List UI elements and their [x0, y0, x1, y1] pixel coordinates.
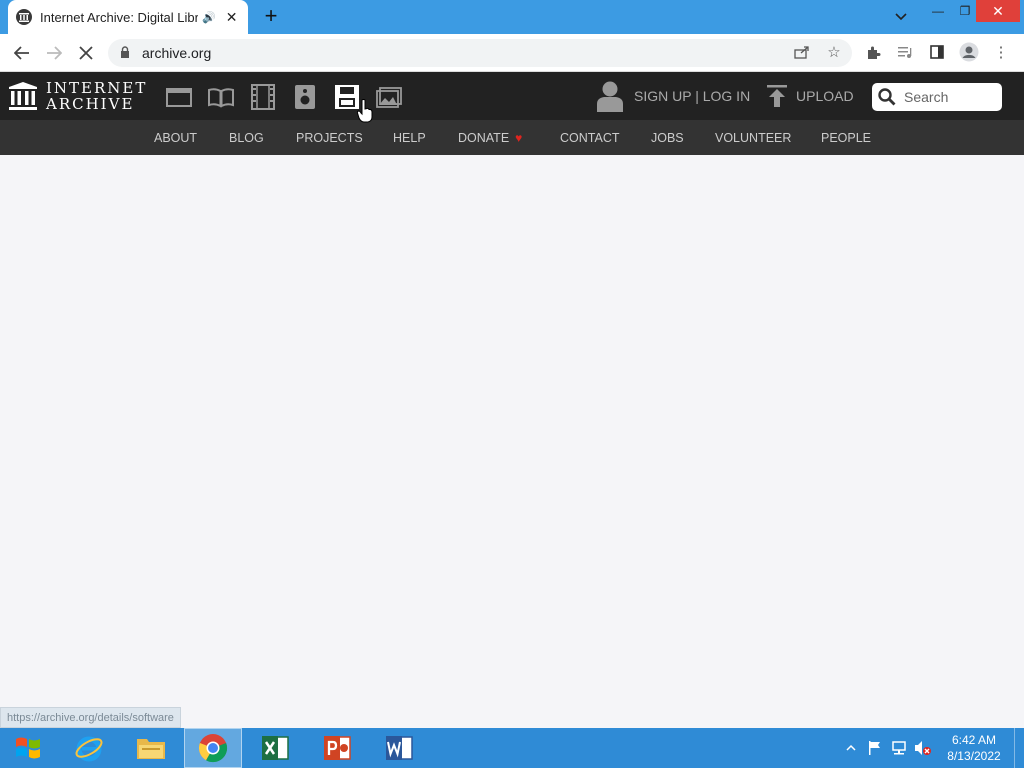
forward-arrow-icon[interactable]	[40, 40, 68, 66]
heart-icon: ♥	[515, 130, 523, 145]
windows-logo-icon	[16, 737, 40, 759]
internet-explorer-icon[interactable]	[60, 728, 118, 768]
archive-building-icon	[9, 82, 37, 110]
link-status-bubble: https://archive.org/details/software	[0, 707, 181, 728]
address-url: archive.org	[142, 45, 212, 61]
upload-label: UPLOAD	[796, 88, 854, 104]
tab-title: Internet Archive: Digital Libra	[40, 9, 198, 25]
upload-arrow-icon	[767, 85, 787, 107]
lock-icon[interactable]	[120, 45, 130, 61]
bookmark-star-icon[interactable]: ☆	[823, 39, 845, 65]
hand-cursor-icon	[357, 99, 373, 123]
tab-search-chevron-icon[interactable]	[890, 6, 912, 28]
system-clock[interactable]: 6:42 AM 8/13/2022	[944, 732, 1004, 764]
search-icon[interactable]	[878, 88, 896, 106]
browser-menu-icon[interactable]: ⋮	[990, 39, 1012, 65]
chrome-icon[interactable]	[184, 728, 242, 768]
nav-jobs[interactable]: JOBS	[651, 120, 684, 155]
nav-donate-label: DONATE	[458, 130, 510, 145]
nav-donate[interactable]: DONATE ♥	[458, 120, 522, 155]
show-hidden-icons-arrow-icon[interactable]	[842, 736, 860, 760]
video-icon[interactable]	[250, 84, 276, 110]
search-input[interactable]	[902, 88, 998, 106]
internet-archive-favicon-icon	[16, 9, 32, 25]
page-content	[0, 155, 1024, 728]
minimize-button[interactable]: —	[928, 0, 948, 22]
audio-icon[interactable]	[292, 84, 318, 110]
close-window-button[interactable]: ✕	[976, 0, 1020, 22]
clock-time: 6:42 AM	[951, 733, 997, 747]
browser-toolbar: archive.org ☆ ⋮	[0, 34, 1024, 72]
media-control-icon[interactable]	[894, 39, 916, 65]
nav-contact[interactable]: CONTACT	[560, 120, 620, 155]
images-icon[interactable]	[376, 84, 402, 110]
action-center-flag-icon[interactable]	[866, 736, 884, 760]
extensions-icon[interactable]	[862, 39, 884, 65]
browser-tab-strip: Internet Archive: Digital Libra 🔊 ✕ + — …	[0, 0, 1024, 34]
speaker-icon[interactable]: 🔊	[202, 11, 216, 24]
excel-icon[interactable]	[246, 728, 304, 768]
start-button[interactable]	[0, 728, 56, 768]
clock-date: 8/13/2022	[947, 749, 1001, 763]
ia-logo-line2: ARCHIVE	[46, 95, 135, 113]
nav-people[interactable]: PEOPLE	[821, 120, 871, 155]
nav-blog[interactable]: BLOG	[229, 120, 264, 155]
volume-muted-icon[interactable]	[914, 736, 932, 760]
windows-taskbar: 6:42 AM 8/13/2022	[0, 728, 1024, 768]
file-explorer-icon[interactable]	[122, 728, 180, 768]
back-arrow-icon[interactable]	[8, 40, 36, 66]
word-icon[interactable]	[370, 728, 428, 768]
share-icon[interactable]	[791, 39, 813, 65]
ia-search-box[interactable]	[872, 83, 1002, 111]
nav-volunteer[interactable]: VOLUNTEER	[715, 120, 791, 155]
browser-tab[interactable]: Internet Archive: Digital Libra 🔊 ✕	[8, 0, 248, 34]
new-tab-button[interactable]: +	[260, 4, 282, 28]
profile-avatar-icon[interactable]	[958, 39, 980, 65]
stop-loading-icon[interactable]	[72, 40, 100, 66]
tab-close-button[interactable]: ✕	[226, 9, 238, 26]
nav-about[interactable]: ABOUT	[154, 120, 197, 155]
sign-up-log-in-link[interactable]: SIGN UP | LOG IN	[596, 80, 750, 112]
sign-up-log-in-label: SIGN UP | LOG IN	[634, 88, 751, 104]
user-icon	[597, 81, 623, 112]
address-bar[interactable]: archive.org	[108, 39, 852, 67]
nav-projects[interactable]: PROJECTS	[296, 120, 363, 155]
network-icon[interactable]	[890, 736, 908, 760]
side-panel-icon[interactable]	[926, 39, 948, 65]
show-desktop-button[interactable]	[1014, 728, 1024, 768]
upload-link[interactable]: UPLOAD	[766, 84, 854, 108]
ia-sub-nav: ABOUT BLOG PROJECTS HELP DONATE ♥ CONTAC…	[0, 120, 1024, 155]
ia-logo[interactable]: INTERNET ARCHIVE	[8, 78, 147, 114]
maximize-button[interactable]: ❐	[955, 0, 975, 22]
powerpoint-icon[interactable]	[308, 728, 366, 768]
web-icon[interactable]	[166, 84, 192, 110]
texts-icon[interactable]	[208, 84, 234, 110]
ia-top-nav: INTERNET ARCHIVE SIGN UP | LOG IN UPLOAD	[0, 72, 1024, 120]
ia-logo-line1: INTERNET	[46, 79, 148, 97]
nav-help[interactable]: HELP	[393, 120, 426, 155]
